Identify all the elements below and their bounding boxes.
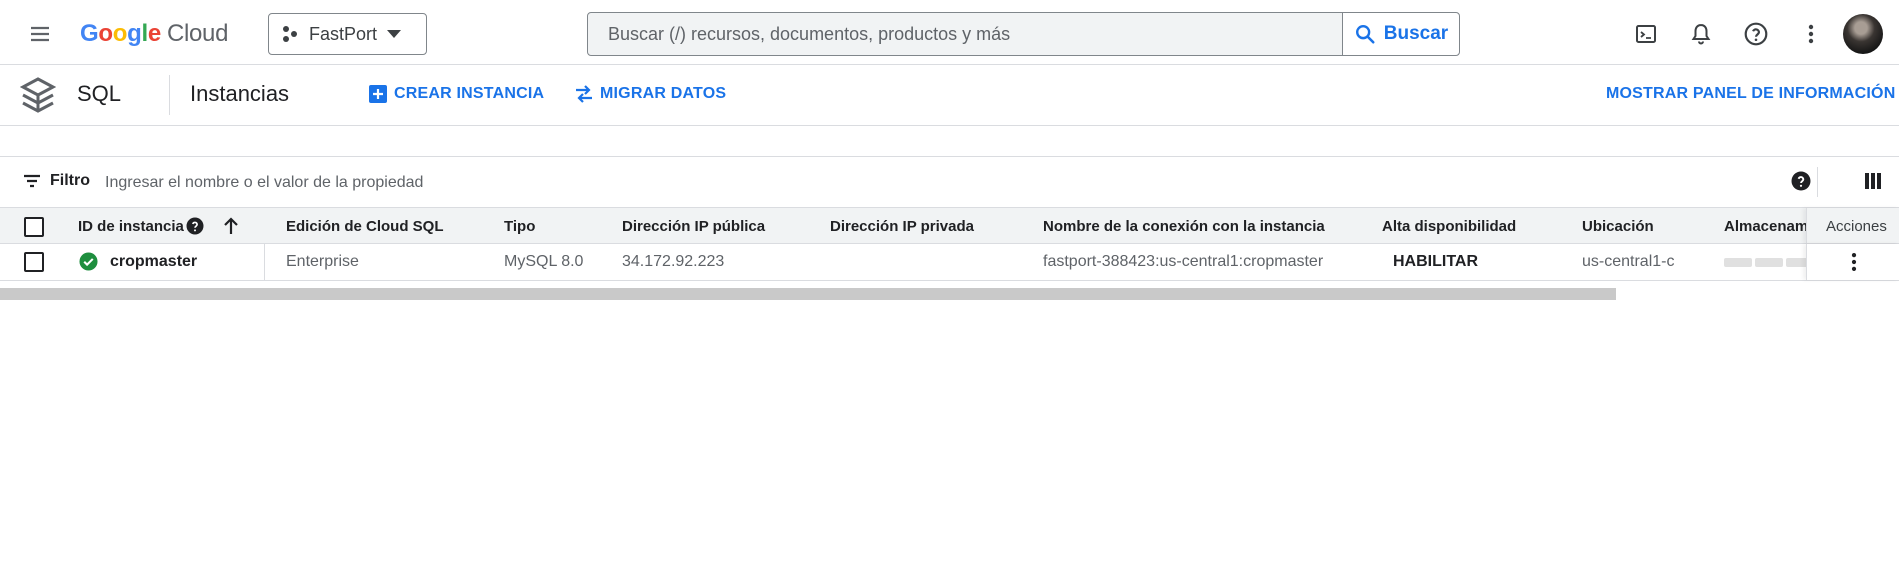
migrate-data-button[interactable]: MIGRAR DATOS (575, 85, 726, 103)
column-header-connection-name[interactable]: Nombre de la conexión con la instancia (1043, 218, 1325, 235)
project-name: FastPort (309, 23, 378, 44)
create-instance-button[interactable]: CREAR INSTANCIA (369, 85, 544, 103)
page-title: Instancias (190, 81, 290, 106)
filter-bar: Filtro (0, 157, 1899, 207)
storage-usage-placeholder (1724, 258, 1806, 267)
add-box-icon (369, 85, 387, 103)
search-box: Buscar (587, 12, 1460, 56)
google-cloud-logo[interactable]: Google Cloud (80, 18, 228, 50)
avatar[interactable] (1843, 14, 1883, 54)
filter-input[interactable] (103, 169, 1007, 197)
select-all-checkbox[interactable] (24, 217, 44, 237)
column-header-actions: Acciones (1826, 218, 1887, 235)
column-header-public-ip[interactable]: Dirección IP pública (622, 218, 765, 235)
terminal-icon (1636, 25, 1656, 43)
column-header-high-availability[interactable]: Alta disponibilidad (1382, 218, 1516, 235)
search-icon (1355, 25, 1375, 44)
actions-cell (1806, 244, 1899, 280)
divider (1817, 167, 1818, 197)
storage-bar-segment (1755, 258, 1783, 267)
column-header-instance-id[interactable]: ID de instancia (78, 218, 184, 235)
product-header: SQL Instancias CREAR INSTANCIA MIGRAR DA… (0, 65, 1899, 126)
cell-location: us-central1-c (1582, 253, 1675, 270)
filter-list-icon (24, 174, 40, 188)
migrate-data-label: MIGRAR DATOS (600, 85, 727, 102)
swap-arrows-icon (576, 85, 592, 103)
status-ok-icon (79, 252, 98, 271)
storage-bar-segment (1786, 258, 1806, 267)
more-vert-icon[interactable] (1843, 251, 1865, 273)
logo-google-text: Google (80, 20, 161, 47)
help-icon[interactable] (1791, 171, 1811, 191)
cell-type: MySQL 8.0 (504, 253, 584, 270)
sort-ascending-arrow-icon[interactable] (222, 217, 240, 235)
spacer-band (0, 126, 1899, 157)
project-icon (283, 26, 297, 42)
column-header-type[interactable]: Tipo (504, 218, 535, 235)
storage-bar-segment (1724, 258, 1752, 267)
cloud-shell-button[interactable] (1626, 14, 1666, 54)
filter-label: Filtro (50, 172, 90, 189)
filter-button[interactable]: Filtro (22, 172, 90, 190)
table-row: cropmaster Enterprise MySQL 8.0 34.172.9… (0, 244, 1899, 281)
project-selector[interactable]: FastPort (268, 13, 427, 55)
row-checkbox[interactable] (24, 252, 44, 272)
instance-id-link[interactable]: cropmaster (110, 253, 197, 271)
table-header: ID de instancia Edición de Cloud SQL Tip… (0, 207, 1899, 244)
enable-high-availability-button[interactable]: HABILITAR (1393, 253, 1478, 271)
help-button[interactable] (1736, 14, 1776, 54)
logo-cloud-text: Cloud (166, 20, 229, 47)
column-divider (264, 244, 265, 280)
bell-icon (1691, 23, 1711, 45)
notifications-button[interactable] (1681, 14, 1721, 54)
cell-public-ip: 34.172.92.223 (622, 253, 725, 270)
product-name: SQL (77, 81, 122, 106)
more-options-button[interactable] (1791, 14, 1831, 54)
show-info-panel-button[interactable]: MOSTRAR PANEL DE INFORMACIÓN (1606, 85, 1895, 103)
main-menu-button[interactable] (22, 16, 58, 52)
column-header-storage[interactable]: Almacenami (1724, 218, 1806, 235)
column-display-options-icon[interactable] (1864, 172, 1882, 190)
column-header-private-ip[interactable]: Dirección IP privada (830, 218, 974, 235)
help-icon[interactable] (186, 217, 204, 235)
search-input[interactable] (588, 13, 1342, 55)
chevron-down-icon (387, 30, 402, 38)
help-circle-icon (1744, 22, 1768, 46)
sql-icon (20, 77, 56, 113)
column-header-edition[interactable]: Edición de Cloud SQL (286, 218, 444, 235)
create-instance-label: CREAR INSTANCIA (394, 85, 545, 102)
search-button[interactable]: Buscar (1342, 13, 1459, 55)
more-vert-icon (1808, 24, 1814, 44)
horizontal-scrollbar[interactable] (0, 288, 1616, 300)
column-header-location[interactable]: Ubicación (1582, 218, 1654, 235)
search-button-label: Buscar (1383, 23, 1449, 44)
cell-edition: Enterprise (286, 253, 359, 270)
top-bar: Google Cloud FastPort Buscar (0, 0, 1899, 65)
actions-header-cell: Acciones (1806, 208, 1899, 243)
cell-connection-name: fastport-388423:us-central1:cropmaster (1043, 253, 1324, 270)
hamburger-icon (31, 26, 49, 42)
divider (169, 75, 170, 115)
